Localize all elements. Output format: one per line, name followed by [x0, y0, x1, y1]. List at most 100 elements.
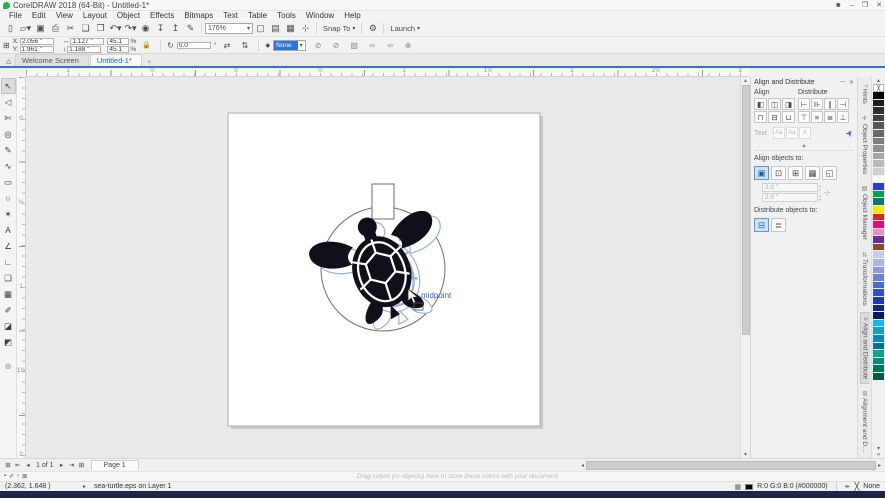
- color-swatch[interactable]: [873, 312, 884, 320]
- doc-palette-collapse-icon[interactable]: ‹: [17, 473, 19, 480]
- horizontal-ruler[interactable]: 1½0½11½22½3: [26, 68, 750, 77]
- color-swatch[interactable]: [873, 130, 884, 138]
- color-swatch[interactable]: [873, 100, 884, 108]
- transparency-tool[interactable]: ▦: [1, 286, 16, 302]
- home-icon[interactable]: ⌂: [3, 57, 14, 66]
- doc-palette-swatch[interactable]: ▪: [4, 473, 6, 480]
- color-swatch[interactable]: [873, 259, 884, 267]
- color-swatch[interactable]: [873, 373, 884, 381]
- color-swatch[interactable]: [873, 176, 884, 184]
- align-to-grid-button[interactable]: ▦: [805, 166, 820, 180]
- zoom-tool[interactable]: ◎: [1, 126, 16, 142]
- color-swatch[interactable]: [873, 267, 884, 275]
- color-swatch[interactable]: [873, 350, 884, 358]
- next-page-button[interactable]: ▸: [57, 460, 67, 471]
- menu-item[interactable]: Layout: [78, 11, 112, 21]
- scale-h-input[interactable]: [107, 38, 129, 45]
- rotation-angle-input[interactable]: [177, 42, 211, 49]
- full-screen-preview-button[interactable]: ▢: [253, 22, 268, 36]
- vertical-scroll-thumb[interactable]: [742, 85, 750, 335]
- color-swatch[interactable]: [873, 138, 884, 146]
- text-last-baseline-button[interactable]: Aa: [786, 127, 798, 139]
- no-color-swatch[interactable]: ╳: [873, 84, 884, 92]
- object-width-input[interactable]: [70, 38, 104, 45]
- color-swatch[interactable]: [873, 168, 884, 176]
- x-position-input[interactable]: [20, 38, 54, 45]
- color-swatch[interactable]: [873, 274, 884, 282]
- print-button[interactable]: ⎙: [48, 22, 63, 36]
- prev-page-button[interactable]: ◂: [23, 460, 33, 471]
- new-document-tab-button[interactable]: +: [143, 57, 155, 66]
- new-document-button[interactable]: ▯: [3, 22, 18, 36]
- color-swatch[interactable]: [873, 236, 884, 244]
- view-rulers-button[interactable]: ▤: [268, 22, 283, 36]
- docker-tab-hints[interactable]: ? Hints: [860, 80, 869, 108]
- color-swatch[interactable]: [873, 92, 884, 100]
- menu-item[interactable]: Tools: [272, 11, 301, 21]
- color-swatch[interactable]: [873, 206, 884, 214]
- spin-down-icon[interactable]: ▾: [819, 198, 821, 202]
- zoom-level-combo[interactable]: 176% ▾: [205, 23, 253, 34]
- mirror-vertical-button[interactable]: ⇅: [237, 38, 252, 52]
- color-swatch[interactable]: [873, 160, 884, 168]
- align-to-active-objects-button[interactable]: ▣: [754, 166, 769, 180]
- scroll-right-icon[interactable]: ▸: [876, 462, 883, 469]
- pick-tool[interactable]: ↖: [1, 78, 16, 94]
- unlink-button[interactable]: ∞: [383, 38, 398, 52]
- scroll-down-icon[interactable]: ▾: [744, 451, 747, 458]
- drop-shadow-tool[interactable]: ❏: [1, 270, 16, 286]
- distribute-center-h-button[interactable]: ⊪: [811, 98, 823, 110]
- color-swatch[interactable]: [873, 191, 884, 199]
- distribute-spacing-h-button[interactable]: ∥: [824, 98, 836, 110]
- menu-item[interactable]: Object: [112, 11, 145, 21]
- center-marker-button[interactable]: ⊕: [401, 38, 416, 52]
- copy-button[interactable]: ❏: [78, 22, 93, 36]
- menu-item[interactable]: Bitmaps: [179, 11, 218, 21]
- open-button[interactable]: ▱▾: [18, 22, 33, 36]
- align-top-button[interactable]: ⊓: [754, 111, 767, 123]
- doc-palette-none-icon[interactable]: ⊠: [22, 473, 27, 480]
- crop-tool[interactable]: ✄: [1, 110, 16, 126]
- object-height-input[interactable]: [67, 46, 101, 53]
- vertical-ruler[interactable]: 0½11½2: [17, 77, 26, 458]
- color-swatch[interactable]: [873, 183, 884, 191]
- close-button[interactable]: ✕: [876, 1, 882, 9]
- remove-fill-button[interactable]: ⊘: [311, 38, 326, 52]
- text-bounding-box-button[interactable]: A: [799, 127, 811, 139]
- align-to-x-input[interactable]: [762, 183, 818, 192]
- align-to-page-center-button[interactable]: ⊞: [788, 166, 803, 180]
- spin-down-icon[interactable]: ▾: [819, 188, 821, 192]
- text-tool[interactable]: A: [1, 222, 16, 238]
- docker-close-button[interactable]: ✕: [849, 79, 854, 86]
- align-to-page-edge-button[interactable]: ⊡: [771, 166, 786, 180]
- launch-button[interactable]: Launch ▾: [387, 22, 423, 35]
- color-swatch[interactable]: [873, 122, 884, 130]
- text-first-baseline-button[interactable]: Aa: [773, 127, 785, 139]
- interactive-fill-tool[interactable]: ◪: [1, 318, 16, 334]
- menu-item[interactable]: Window: [301, 11, 339, 21]
- docker-tab-object-properties[interactable]: ✛ Object Properties: [860, 111, 869, 178]
- options-button[interactable]: ⚙: [365, 22, 380, 36]
- color-eyedropper-tool[interactable]: ✐: [1, 302, 16, 318]
- save-button[interactable]: ▣: [33, 22, 48, 36]
- color-swatch[interactable]: [873, 115, 884, 123]
- last-page-button[interactable]: ⇥: [67, 460, 77, 471]
- align-to-specified-point-button[interactable]: ◱: [822, 166, 837, 180]
- scroll-up-icon[interactable]: ▴: [744, 77, 747, 84]
- redo-button[interactable]: ↷▾: [123, 22, 138, 36]
- distribute-to-page-button[interactable]: ≣: [771, 218, 786, 232]
- freehand-tool[interactable]: ✎: [1, 142, 16, 158]
- color-swatch[interactable]: [873, 297, 884, 305]
- docker-tab-transformations[interactable]: ⇄ Transformations: [860, 248, 869, 310]
- color-swatch[interactable]: [873, 107, 884, 115]
- search-content-button[interactable]: ◉: [138, 22, 153, 36]
- scroll-left-icon[interactable]: ◂: [579, 462, 586, 469]
- distribute-bottom-button[interactable]: ⊥: [837, 111, 849, 123]
- ellipse-tool[interactable]: ○: [1, 190, 16, 206]
- paste-button[interactable]: ❐: [93, 22, 108, 36]
- horizontal-scrollbar[interactable]: ◂ ▸: [145, 460, 883, 471]
- publish-pdf-button[interactable]: ✎: [183, 22, 198, 36]
- rectangle-tool[interactable]: ▭: [1, 174, 16, 190]
- align-right-button[interactable]: ◨: [782, 98, 795, 110]
- distribute-spacing-v-button[interactable]: ≣: [824, 111, 836, 123]
